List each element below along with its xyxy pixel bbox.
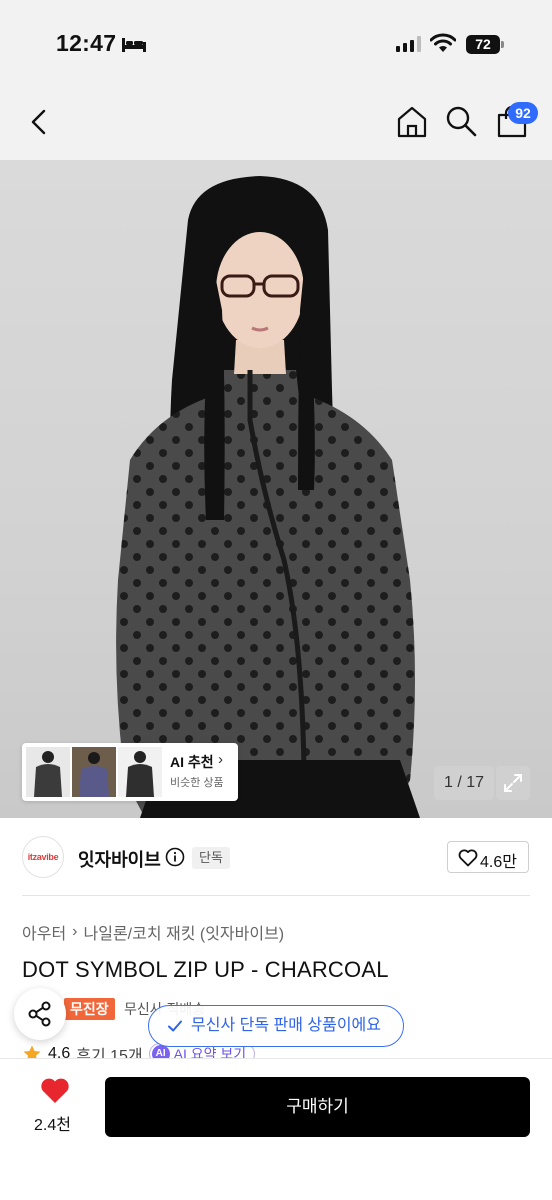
breadcrumb-category[interactable]: 아우터 — [22, 920, 66, 944]
check-icon — [168, 1020, 182, 1032]
chevron-right-icon: › — [218, 751, 223, 768]
info-icon[interactable] — [165, 847, 185, 867]
status-time: 12:47 — [56, 30, 117, 56]
status-bar: 12:47 72 — [0, 0, 552, 90]
mujinjang-badge: 무진장 — [64, 998, 115, 1020]
similar-item-thumbnail-2[interactable] — [72, 747, 116, 797]
share-icon — [28, 1001, 51, 1027]
wish-count: 2.4천 — [34, 1117, 71, 1134]
top-navigation: 92 — [0, 90, 552, 160]
battery-indicator: 72 — [466, 35, 500, 54]
ai-recommend-title: AI 추천 — [170, 754, 214, 770]
search-icon[interactable] — [444, 104, 478, 138]
brand-name[interactable]: 잇자바이브 — [78, 846, 161, 872]
ai-recommend-card[interactable]: AI 추천 › 비슷한 상품 — [22, 743, 238, 801]
expand-button[interactable] — [496, 766, 530, 800]
exclusive-tag: 단독 — [192, 847, 230, 869]
exclusive-toast-text: 무신사 단독 판매 상품이에요 — [191, 1017, 381, 1034]
product-image-carousel[interactable]: AI 추천 › 비슷한 상품 1 / 17 — [0, 160, 552, 818]
ai-recommend-subtitle: 비슷한 상품 — [170, 777, 224, 789]
breadcrumb-separator-icon: › — [72, 923, 78, 940]
product-photo — [116, 176, 420, 818]
sleep-focus-icon — [122, 38, 146, 52]
heart-outline-icon — [458, 849, 478, 867]
home-icon[interactable] — [394, 104, 430, 140]
brand-like-button[interactable]: 4.6만 — [447, 841, 529, 873]
bottom-action-bar: 2.4천 구매하기 — [0, 1058, 552, 1200]
back-icon[interactable] — [24, 106, 56, 138]
image-pager: 1 / 17 — [434, 766, 494, 800]
buy-button[interactable]: 구매하기 — [105, 1077, 530, 1137]
breadcrumb: 아우터 › 나일론/코치 재킷 (잇자바이브) — [22, 920, 284, 944]
exclusive-toast: 무신사 단독 판매 상품이에요 — [148, 1005, 404, 1047]
brand-logo[interactable]: itzavibe — [22, 836, 64, 878]
wifi-icon — [430, 33, 456, 52]
breadcrumb-subcategory[interactable]: 나일론/코치 재킷 (잇자바이브) — [84, 920, 285, 944]
product-title: DOT SYMBOL ZIP UP - CHARCOAL — [22, 957, 389, 982]
similar-item-thumbnail-3[interactable] — [118, 747, 162, 797]
expand-icon — [504, 774, 522, 792]
cart-count-badge[interactable]: 92 — [508, 102, 538, 124]
divider — [22, 895, 530, 896]
brand-like-count: 4.6만 — [480, 854, 517, 871]
cellular-signal-icon — [396, 36, 421, 52]
battery-tip — [501, 41, 504, 48]
similar-item-thumbnail-1[interactable] — [26, 747, 70, 797]
heart-icon[interactable] — [40, 1077, 70, 1104]
share-button[interactable] — [14, 988, 66, 1040]
